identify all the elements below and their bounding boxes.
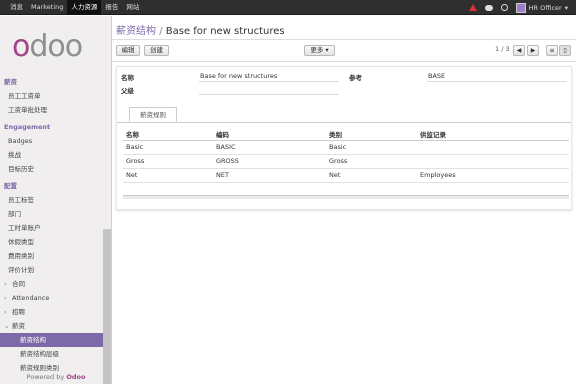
powered-by-text: Powered by (26, 373, 65, 381)
table-row[interactable]: Gross GROSS Gross (123, 154, 569, 169)
table-row[interactable]: Basic BASIC Basic (123, 140, 569, 155)
column-header-name[interactable]: 名称 (123, 129, 213, 141)
sidebar-item-goals-history[interactable]: 目标历史 (0, 162, 104, 176)
header-divider (112, 39, 576, 40)
sidebar-item-salary-structure-hierarchy[interactable]: 薪资结构层级 (0, 347, 104, 361)
cell-name: Net (123, 168, 213, 183)
powered-by[interactable]: Powered by Odoo (0, 371, 112, 384)
cell-code: BASIC (213, 140, 326, 155)
tab-salary-rules[interactable]: 薪资规则 (129, 107, 177, 122)
name-value: Base for new structures (200, 72, 278, 80)
column-header-register[interactable]: 供监记录 (417, 129, 569, 141)
sidebar-item-challenges[interactable]: 挑战 (0, 148, 104, 162)
sidebar-item-payslip-batches[interactable]: 工资单批处理 (0, 103, 104, 117)
table-footer (123, 195, 569, 199)
column-header-category[interactable]: 类别 (326, 129, 417, 141)
sidebar-section-config: 配置 (4, 182, 17, 190)
sidebar-item-label: 招聘 (12, 308, 25, 316)
top-menu-website[interactable]: 网站 (122, 0, 143, 15)
cell-register (417, 140, 569, 155)
reference-field-underline (427, 81, 567, 82)
salary-rules-table: 名称 编码 类别 供监记录 Basic BASIC Basic Gross GR… (123, 129, 569, 183)
sidebar-scrollbar[interactable] (103, 229, 111, 384)
pager-prev-icon[interactable]: ◀ (513, 45, 525, 56)
reference-value: BASE (428, 72, 446, 80)
breadcrumb-current: Base for new structures (165, 26, 285, 37)
caret-right-icon: › (4, 280, 7, 288)
avatar (515, 2, 526, 13)
sidebar-item-badges[interactable]: Badges (0, 134, 104, 148)
cell-register: Employees (417, 168, 569, 183)
top-menu-reports[interactable]: 报告 (101, 0, 122, 15)
form-view-icon[interactable]: ▯ (559, 45, 571, 56)
caret-down-icon: ⌄ (4, 322, 10, 330)
breadcrumb: 薪资结构 / Base for new structures (116, 22, 285, 37)
tab-divider (117, 122, 571, 123)
sidebar-section-salary: 薪资 (4, 78, 17, 86)
top-menu-marketing[interactable]: Marketing (27, 0, 67, 15)
clock-icon[interactable] (500, 4, 508, 11)
pager-next-icon[interactable]: ▶ (527, 45, 539, 56)
sidebar-item-payroll[interactable]: ⌄ 薪资 (0, 319, 104, 333)
alert-icon[interactable] (468, 4, 477, 11)
cell-code: NET (213, 168, 326, 183)
sidebar-item-employee-payslips[interactable]: 员工工资单 (0, 89, 104, 103)
sidebar-item-expense-types[interactable]: 费用类别 (0, 249, 104, 263)
breadcrumb-parent-link[interactable]: 薪资结构 (116, 26, 156, 37)
cell-category: Net (326, 168, 417, 183)
create-button[interactable]: 创建 (144, 45, 169, 56)
sidebar-item-label: Attendance (12, 294, 50, 302)
sidebar-item-label: 合同 (12, 280, 25, 288)
cell-category: Basic (326, 140, 417, 155)
sidebar-item-leave-types[interactable]: 休假类型 (0, 235, 104, 249)
cell-name: Basic (123, 140, 213, 155)
breadcrumb-separator: / (159, 26, 163, 37)
sidebar-item-recruitment[interactable]: › 招聘 (0, 305, 104, 319)
cell-category: Gross (326, 154, 417, 169)
form-sheet: 名称 Base for new structures 父级 参考 BASE 薪资… (116, 66, 572, 210)
more-dropdown-button[interactable]: 更多 ▾ (304, 45, 335, 56)
top-menu-messages[interactable]: 消息 (6, 0, 27, 15)
reference-label: 参考 (349, 74, 362, 82)
parent-label: 父级 (121, 87, 134, 95)
user-name: HR Officer (528, 3, 562, 12)
sidebar-item-salary-structures[interactable]: 薪资结构 (0, 333, 104, 347)
logo-text: odoo (12, 29, 83, 64)
sidebar-nav: 薪资 员工工资单 工资单批处理 Engagement Badges 挑战 目标历… (0, 76, 104, 375)
toolbar-divider (112, 61, 576, 62)
cell-code: GROSS (213, 154, 326, 169)
pager-counter: 1 / 3 (495, 45, 510, 53)
odoo-logo[interactable]: odoo (12, 30, 100, 64)
name-label: 名称 (121, 74, 134, 82)
sidebar-item-timesheet-accounts[interactable]: 工时单账户 (0, 221, 104, 235)
parent-field-underline (199, 94, 339, 95)
powered-by-brand: Odoo (66, 373, 86, 381)
table-header-row: 名称 编码 类别 供监记录 (123, 129, 569, 141)
top-menu: 消息 Marketing 人力资源 报告 网站 (6, 0, 143, 15)
chevron-down-icon: ▾ (564, 3, 568, 12)
list-view-icon[interactable]: ≡ (546, 45, 558, 56)
name-field-underline (199, 81, 339, 82)
top-menu-hr[interactable]: 人力资源 (67, 0, 102, 15)
sidebar-item-employee-tags[interactable]: 员工标签 (0, 193, 104, 207)
sidebar-item-contracts[interactable]: › 合同 (0, 277, 104, 291)
table-row[interactable]: Net NET Net Employees (123, 168, 569, 183)
main-content: 薪资结构 / Base for new structures 编辑 创建 更多 … (112, 16, 576, 384)
edit-button[interactable]: 编辑 (116, 45, 140, 56)
sidebar-item-appraisal-plans[interactable]: 评价计划 (0, 263, 104, 277)
top-navbar: 消息 Marketing 人力资源 报告 网站 HR Officer ▾ (0, 0, 576, 15)
sidebar-section-engagement: Engagement (4, 123, 51, 131)
column-header-code[interactable]: 编码 (213, 129, 326, 141)
cell-name: Gross (123, 154, 213, 169)
sidebar-item-departments[interactable]: 部门 (0, 207, 104, 221)
sidebar-item-attendance[interactable]: › Attendance (0, 291, 104, 305)
sidebar: odoo 薪资 员工工资单 工资单批处理 Engagement Badges 挑… (0, 16, 112, 384)
caret-right-icon: › (4, 308, 7, 316)
user-menu[interactable]: HR Officer ▾ (515, 2, 568, 13)
sidebar-item-label: 薪资 (12, 322, 25, 330)
caret-right-icon: › (4, 294, 7, 302)
chat-icon[interactable] (484, 4, 493, 11)
top-right-area: HR Officer ▾ (468, 0, 568, 15)
cell-register (417, 154, 569, 169)
